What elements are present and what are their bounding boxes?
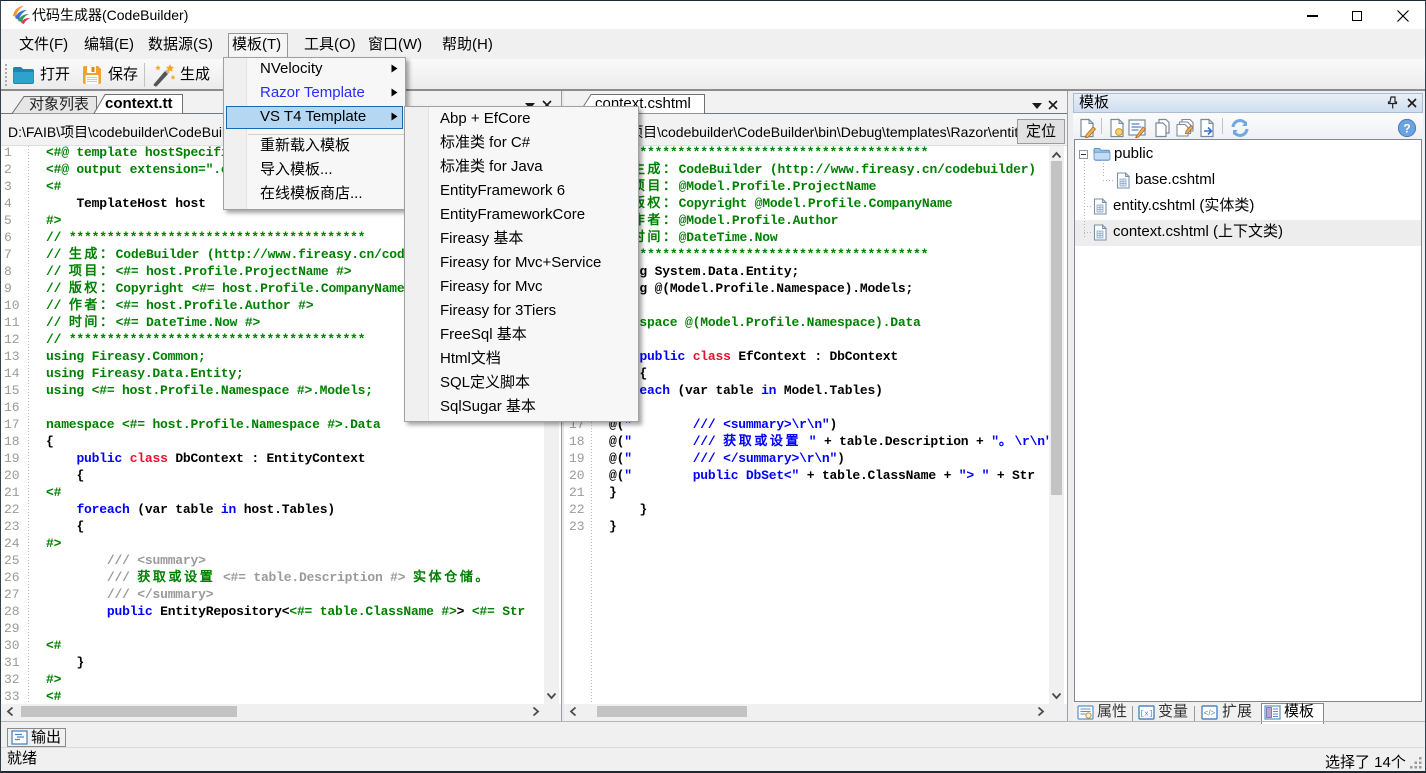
- svg-text:[x]: [x]: [1140, 711, 1154, 719]
- svg-text:</>: </>: [1204, 709, 1216, 718]
- svg-text:?: ?: [1403, 122, 1410, 136]
